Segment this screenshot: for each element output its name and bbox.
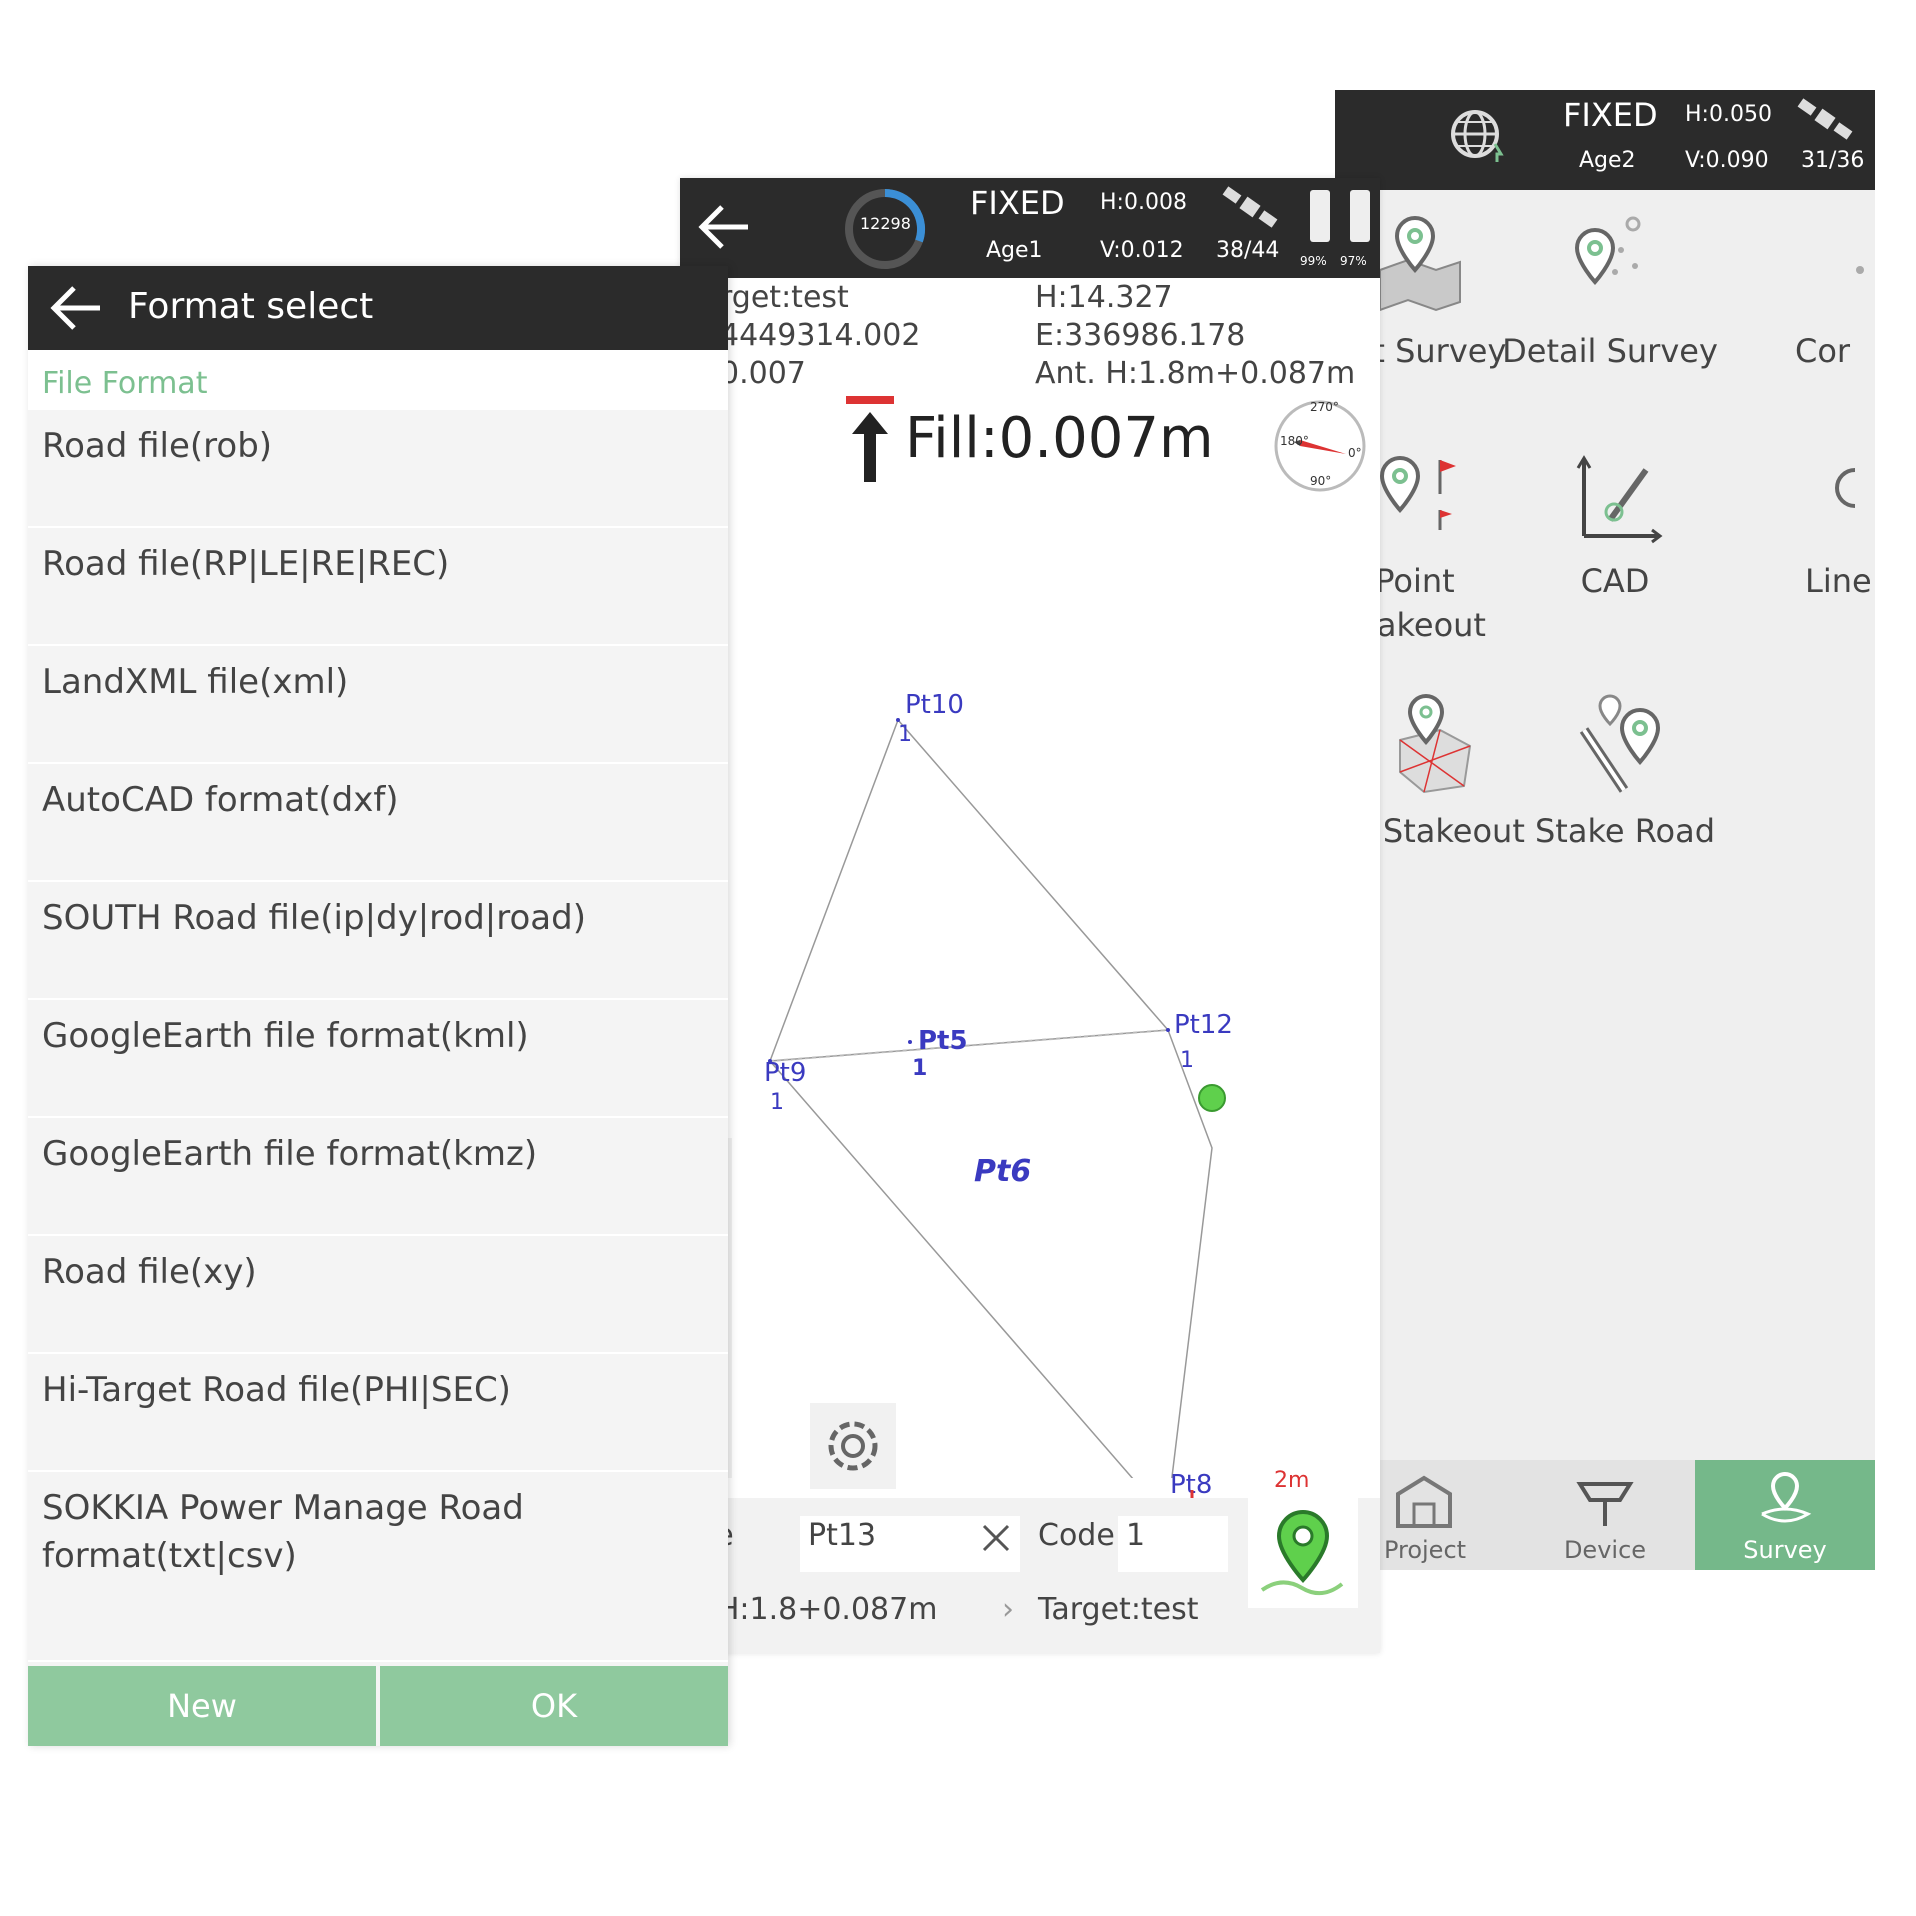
status-bar: FIXED Age2 H:0.050 V:0.090 31/36: [1335, 90, 1875, 190]
ok-button[interactable]: OK: [380, 1666, 728, 1746]
format-item[interactable]: Road file(xy): [28, 1236, 728, 1354]
height-diff: 0.007: [720, 356, 806, 391]
pt5-pt12-line: [769, 1029, 1169, 1062]
format-select-footer: New OK: [28, 1666, 728, 1746]
line-stakeout-item[interactable]: Line: [1805, 450, 1875, 600]
v-precision: V:0.090: [1685, 148, 1769, 173]
stakeout-v-precision: V:0.012: [1100, 238, 1184, 263]
stakeout-bottom-bar: me Pt13 Code 1 t. H:1.8+0.087m › Target:…: [680, 1498, 1380, 1653]
globe-icon[interactable]: [1445, 104, 1509, 172]
stakeout-locate-button[interactable]: [1248, 1498, 1358, 1608]
survey-menu-screen: FIXED Age2 H:0.050 V:0.090 31/36 oint Su…: [1335, 90, 1875, 1570]
format-select-screen: Format select File Format Road file(rob)…: [28, 266, 728, 1746]
code-input[interactable]: 1: [1118, 1516, 1228, 1572]
stakeout-map[interactable]: [680, 478, 1380, 1478]
format-item[interactable]: AutoCAD format(dxf): [28, 764, 728, 882]
control-survey-item[interactable]: Cor: [1795, 210, 1875, 370]
format-list: Road file(rob) Road file(RP|LE|RE|REC) L…: [28, 410, 728, 1662]
format-item[interactable]: GoogleEarth file format(kml): [28, 1000, 728, 1118]
back-arrow-icon[interactable]: [46, 282, 106, 338]
format-item[interactable]: GoogleEarth file format(kmz): [28, 1118, 728, 1236]
format-item[interactable]: Hi-Target Road file(PHI|SEC): [28, 1354, 728, 1472]
back-arrow-icon[interactable]: [694, 202, 754, 256]
h-precision: H:0.050: [1685, 102, 1772, 127]
target-text[interactable]: Target:test: [1038, 1592, 1199, 1627]
battery-icon: [1308, 186, 1378, 250]
settings-gear-icon[interactable]: [810, 1403, 896, 1489]
stake-road-icon: [1515, 690, 1735, 800]
pt9-code: 1: [770, 1090, 784, 1115]
battery-2: 97%: [1340, 254, 1367, 268]
age: Age2: [1579, 148, 1636, 173]
cad-label: CAD: [1580, 562, 1650, 600]
format-item[interactable]: LandXML file(xml): [28, 646, 728, 764]
format-item[interactable]: Road file(RP|LE|RE|REC): [28, 528, 728, 646]
format-item-sokkia[interactable]: SOKKIA Power Manage Road format(txt|csv): [28, 1472, 728, 1662]
current-position-marker: [1198, 1084, 1226, 1112]
detail-survey-item[interactable]: Detail Survey: [1485, 210, 1735, 370]
fix-status: FIXED: [1563, 96, 1658, 134]
height-value: H:14.327: [1035, 280, 1173, 315]
format-select-header: Format select: [28, 266, 728, 350]
pt10-label[interactable]: Pt10: [905, 690, 964, 720]
compass-e: 0°: [1348, 446, 1362, 460]
survey-icon: [1750, 1471, 1820, 1536]
format-item[interactable]: SOUTH Road file(ip|dy|rod|road): [28, 882, 728, 1000]
easting: E:336986.178: [1035, 318, 1246, 353]
line-stakeout-label: Line: [1805, 562, 1872, 600]
stakeout-status-bar: 12298 FIXED Age1 H:0.008 V:0.012 38/44 9…: [680, 178, 1380, 278]
stakeout-age: Age1: [986, 238, 1043, 263]
nav-device[interactable]: Device: [1515, 1460, 1695, 1570]
sokkia-line1: SOKKIA Power Manage Road: [42, 1488, 524, 1528]
stake-road-item[interactable]: Stake Road: [1515, 690, 1735, 850]
nav-survey[interactable]: Survey: [1695, 1460, 1875, 1570]
new-button[interactable]: New: [28, 1666, 376, 1746]
fill-arrow-icon: [840, 396, 900, 490]
target-name: rget:test: [720, 280, 849, 315]
stakeout-h-precision: H:0.008: [1100, 190, 1187, 215]
stakeout-satellite-count: 38/44: [1216, 238, 1280, 263]
pt6-label[interactable]: Pt6: [974, 1154, 1031, 1189]
compass-n: 270°: [1310, 400, 1339, 414]
pt5-code: 1: [912, 1056, 928, 1081]
pt12-code: 1: [1180, 1048, 1194, 1073]
control-icon: [1795, 210, 1875, 320]
cad-item[interactable]: CAD: [1505, 450, 1725, 600]
line-icon: [1805, 450, 1875, 550]
clear-icon[interactable]: [976, 1518, 1016, 1562]
survey-polygon: [768, 718, 1170, 1062]
northing: 4449314.002: [720, 318, 921, 353]
antenna-height: Ant. H:1.8m+0.087m: [1035, 356, 1356, 391]
battery-1: 99%: [1300, 254, 1327, 268]
stakeout-satellite-icon: [1220, 184, 1280, 236]
stakeout-fix-status: FIXED: [970, 184, 1065, 222]
pt10-code: 1: [898, 722, 912, 747]
code-label: Code: [1038, 1518, 1115, 1553]
pt9-label[interactable]: Pt9: [764, 1058, 806, 1088]
chevron-right-icon: ›: [1002, 1592, 1014, 1627]
compass-w: 180°: [1280, 434, 1309, 448]
format-item[interactable]: Road file(rob): [28, 410, 728, 528]
page-title: Format select: [128, 286, 374, 327]
sokkia-line2: format(txt|csv): [42, 1536, 297, 1576]
project-icon: [1390, 1475, 1460, 1536]
bottom-nav: Project Device Survey: [1335, 1460, 1875, 1570]
stakeout-screen: 12298 FIXED Age1 H:0.008 V:0.012 38/44 9…: [680, 178, 1380, 1653]
satellite-count: 31/36: [1801, 148, 1865, 173]
file-format-section: File Format: [28, 350, 728, 410]
stake-road-label: Stake Road: [1534, 812, 1715, 850]
pt5-label[interactable]: Pt5: [918, 1026, 968, 1056]
nav-device-label: Device: [1563, 1536, 1647, 1564]
detail-survey-label: Detail Survey: [1502, 332, 1718, 370]
cad-icon: [1505, 450, 1725, 550]
device-icon: [1570, 1482, 1640, 1536]
control-survey-label: Cor: [1795, 332, 1851, 370]
fill-value: Fill:0.007m: [905, 406, 1214, 471]
nav-survey-label: Survey: [1743, 1536, 1827, 1564]
satellite-icon: [1795, 96, 1855, 148]
pt12-label[interactable]: Pt12: [1174, 1010, 1233, 1040]
counter: 12298: [860, 214, 911, 233]
detail-survey-icon: [1485, 210, 1735, 320]
